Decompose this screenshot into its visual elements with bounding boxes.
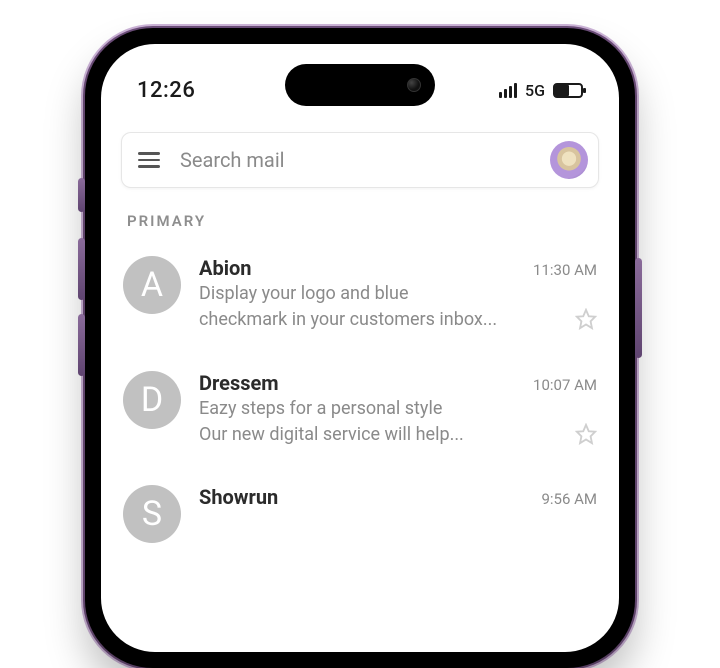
sender-name: Showrun [199,485,278,509]
sender-name: Abion [199,256,251,280]
email-time: 9:56 AM [541,490,597,508]
status-clock: 12:26 [137,78,195,103]
email-preview-line2: checkmark in your customers inbox... [199,308,497,332]
sender-avatar: D [123,371,181,429]
phone-frame: 12:26 5G Search mail PRIMARY A [85,28,635,668]
battery-icon [553,83,583,98]
screen: 12:26 5G Search mail PRIMARY A [101,44,619,652]
email-time: 10:07 AM [533,376,597,394]
email-preview-line1: Display your logo and blue [199,282,597,306]
star-icon[interactable] [575,423,597,445]
front-camera-icon [407,78,421,92]
status-indicators: 5G [499,81,583,100]
email-preview-line1: Eazy steps for a personal style [199,397,597,421]
sender-name: Dressem [199,371,279,395]
email-item[interactable]: D Dressem 10:07 AM Eazy steps for a pers… [121,359,599,474]
network-label: 5G [525,81,545,100]
mail-content: Search mail PRIMARY A Abion 11:30 AM Dis… [101,132,619,652]
menu-icon[interactable] [132,146,166,174]
sender-avatar: S [123,485,181,543]
star-icon[interactable] [575,308,597,330]
email-time: 11:30 AM [533,261,597,279]
mute-switch [78,178,85,212]
volume-up-button [78,238,85,300]
email-item[interactable]: S Showrun 9:56 AM [121,473,599,569]
search-placeholder: Search mail [180,148,536,172]
email-item[interactable]: A Abion 11:30 AM Display your logo and b… [121,244,599,359]
sender-avatar: A [123,256,181,314]
signal-bars-icon [499,82,517,98]
volume-down-button [78,314,85,376]
profile-avatar[interactable] [550,141,588,179]
search-bar[interactable]: Search mail [121,132,599,188]
power-button [635,258,642,358]
dynamic-island [285,64,435,106]
section-label: PRIMARY [127,212,599,230]
email-preview-line2: Our new digital service will help... [199,423,464,447]
